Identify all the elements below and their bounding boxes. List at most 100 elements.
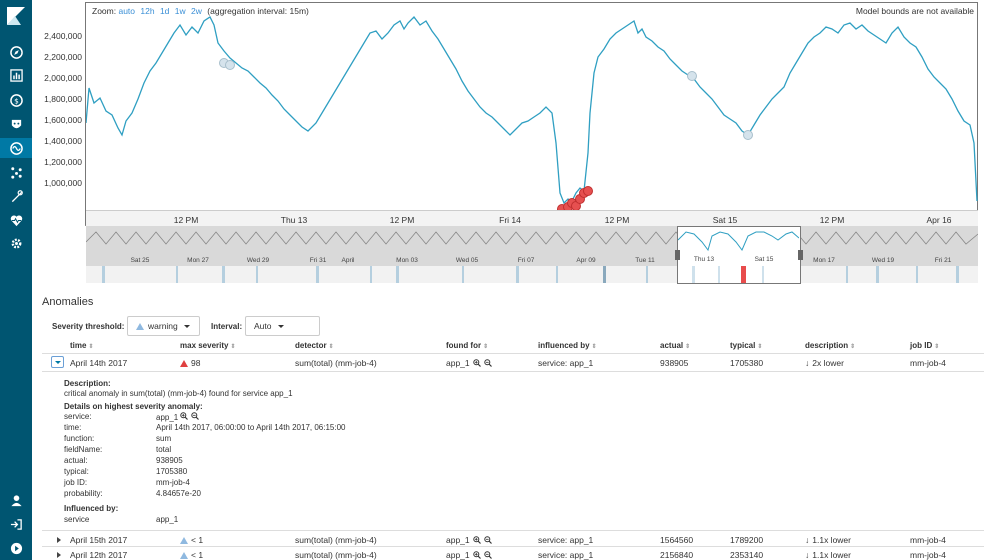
metric-line bbox=[86, 16, 978, 205]
severity-threshold-select[interactable]: warning bbox=[127, 316, 200, 336]
row-typical: 2353140 bbox=[730, 550, 764, 560]
severity-value: warning bbox=[148, 321, 178, 331]
col-description[interactable]: description ⇕ bbox=[805, 341, 855, 350]
management-icon[interactable] bbox=[8, 235, 24, 251]
dashboard-icon[interactable]: $ bbox=[8, 92, 24, 108]
y-tick: 1,400,000 bbox=[44, 136, 82, 146]
details-description-heading: Description: bbox=[64, 379, 111, 388]
row-time: April 12th 2017 bbox=[70, 550, 128, 560]
col-typical[interactable]: typical ⇕ bbox=[730, 341, 762, 350]
monitoring-icon[interactable] bbox=[8, 212, 24, 228]
details-influencer-label: service bbox=[64, 515, 90, 524]
context-tick: Fri 07 bbox=[517, 257, 535, 264]
row-expand-toggle[interactable] bbox=[57, 537, 61, 543]
anomaly-marker[interactable] bbox=[687, 71, 697, 81]
row-expand-toggle[interactable] bbox=[51, 356, 64, 368]
low-severity-icon bbox=[180, 536, 188, 544]
row-severity: 98 bbox=[180, 358, 200, 368]
row-found-for: app_1 bbox=[446, 535, 492, 545]
x-tick: 12 PM bbox=[819, 215, 845, 225]
discover-icon[interactable] bbox=[8, 44, 24, 60]
details-field-label: function: bbox=[64, 434, 95, 443]
anomaly-marker[interactable] bbox=[743, 130, 753, 140]
zoom-in-icon[interactable] bbox=[180, 412, 189, 420]
zoom-out-icon[interactable] bbox=[483, 551, 492, 559]
arrow-down-icon: ↓ bbox=[805, 535, 810, 545]
details-field-label: service: bbox=[64, 412, 92, 421]
kibana-logo[interactable] bbox=[7, 7, 25, 25]
zoom-out-icon[interactable] bbox=[483, 536, 492, 544]
col-job-id[interactable]: job ID ⇕ bbox=[910, 341, 939, 350]
x-tick: Apr 16 bbox=[926, 215, 952, 225]
y-tick: 1,200,000 bbox=[44, 157, 82, 167]
logout-icon[interactable] bbox=[8, 516, 24, 532]
context-line bbox=[86, 231, 978, 245]
row-time: April 15th 2017 bbox=[70, 535, 128, 545]
details-field-value: app_1 bbox=[156, 412, 199, 422]
y-tick: 1,600,000 bbox=[44, 115, 82, 125]
sidebar: $ bbox=[0, 0, 32, 560]
metric-line-chart[interactable] bbox=[86, 3, 978, 210]
svg-text:$: $ bbox=[14, 96, 19, 105]
row-detector: sum(total) (mm-job-4) bbox=[295, 358, 377, 368]
anomaly-marker[interactable] bbox=[225, 60, 235, 70]
row-divider bbox=[42, 546, 984, 547]
details-field-value: 1705380 bbox=[156, 467, 188, 476]
col-actual[interactable]: actual ⇕ bbox=[660, 341, 690, 350]
x-tick: 12 PM bbox=[173, 215, 199, 225]
chevron-down-icon bbox=[183, 324, 190, 328]
context-brush[interactable]: Thu 13 Sat 15 bbox=[675, 226, 803, 284]
row-typical: 1705380 bbox=[730, 358, 764, 368]
visualize-icon[interactable] bbox=[8, 67, 24, 83]
col-time[interactable]: time ⇕ bbox=[70, 341, 93, 350]
details-field-label: probability: bbox=[64, 489, 103, 498]
arrow-down-icon: ↓ bbox=[805, 550, 810, 560]
interval-select[interactable]: Auto bbox=[245, 316, 320, 336]
details-influenced-heading: Influenced by: bbox=[64, 504, 119, 513]
context-tick: Apr 09 bbox=[576, 257, 596, 264]
row-description: ↓ 1.1x lower bbox=[805, 550, 851, 560]
context-tick: Mon 27 bbox=[187, 257, 209, 264]
col-influenced-by[interactable]: influenced by ⇕ bbox=[538, 341, 597, 350]
zoom-out-icon[interactable] bbox=[483, 359, 492, 367]
row-detector: sum(total) (mm-job-4) bbox=[295, 535, 377, 545]
machine-learning-icon[interactable] bbox=[0, 138, 32, 158]
context-swimlane bbox=[86, 266, 978, 283]
row-divider bbox=[42, 530, 984, 531]
brush-handle-right[interactable] bbox=[798, 250, 803, 260]
row-severity: < 1 bbox=[180, 535, 203, 545]
x-tick: Sat 15 bbox=[712, 215, 738, 225]
chevron-down-icon bbox=[277, 324, 284, 328]
brush-handle-left[interactable] bbox=[675, 250, 680, 260]
row-job-id: mm-job-4 bbox=[910, 550, 946, 560]
col-found-for[interactable]: found for ⇕ bbox=[446, 341, 488, 350]
y-tick: 2,000,000 bbox=[44, 73, 82, 83]
row-severity: < 1 bbox=[180, 550, 203, 560]
details-field-value: 938905 bbox=[156, 456, 183, 465]
y-tick: 2,400,000 bbox=[44, 31, 82, 41]
low-severity-icon bbox=[180, 551, 188, 559]
details-field-value: mm-job-4 bbox=[156, 478, 190, 487]
row-influenced-by: service: app_1 bbox=[538, 535, 594, 545]
dev-tools-icon[interactable] bbox=[8, 188, 24, 204]
row-actual: 938905 bbox=[660, 358, 689, 368]
anomaly-marker-critical[interactable] bbox=[583, 186, 593, 196]
zoom-in-icon[interactable] bbox=[472, 551, 481, 559]
y-tick: 2,200,000 bbox=[44, 52, 82, 62]
row-actual: 2156840 bbox=[660, 550, 694, 560]
row-expand-toggle[interactable] bbox=[57, 552, 61, 558]
collapse-icon[interactable] bbox=[8, 540, 24, 556]
col-max-severity[interactable]: max severity ⇕ bbox=[180, 341, 236, 350]
zoom-in-icon[interactable] bbox=[472, 359, 481, 367]
zoom-in-icon[interactable] bbox=[472, 536, 481, 544]
timelion-icon[interactable] bbox=[8, 116, 24, 132]
graph-icon[interactable] bbox=[8, 164, 24, 180]
user-icon[interactable] bbox=[8, 492, 24, 508]
interval-label: Interval: bbox=[211, 322, 243, 331]
context-tick: Wed 29 bbox=[246, 257, 270, 264]
col-detector[interactable]: detector ⇕ bbox=[295, 341, 334, 350]
interval-value: Auto bbox=[254, 321, 272, 331]
x-tick: Fri 14 bbox=[499, 215, 521, 225]
severity-threshold-label: Severity threshold: bbox=[52, 322, 125, 331]
zoom-out-icon[interactable] bbox=[191, 412, 199, 420]
